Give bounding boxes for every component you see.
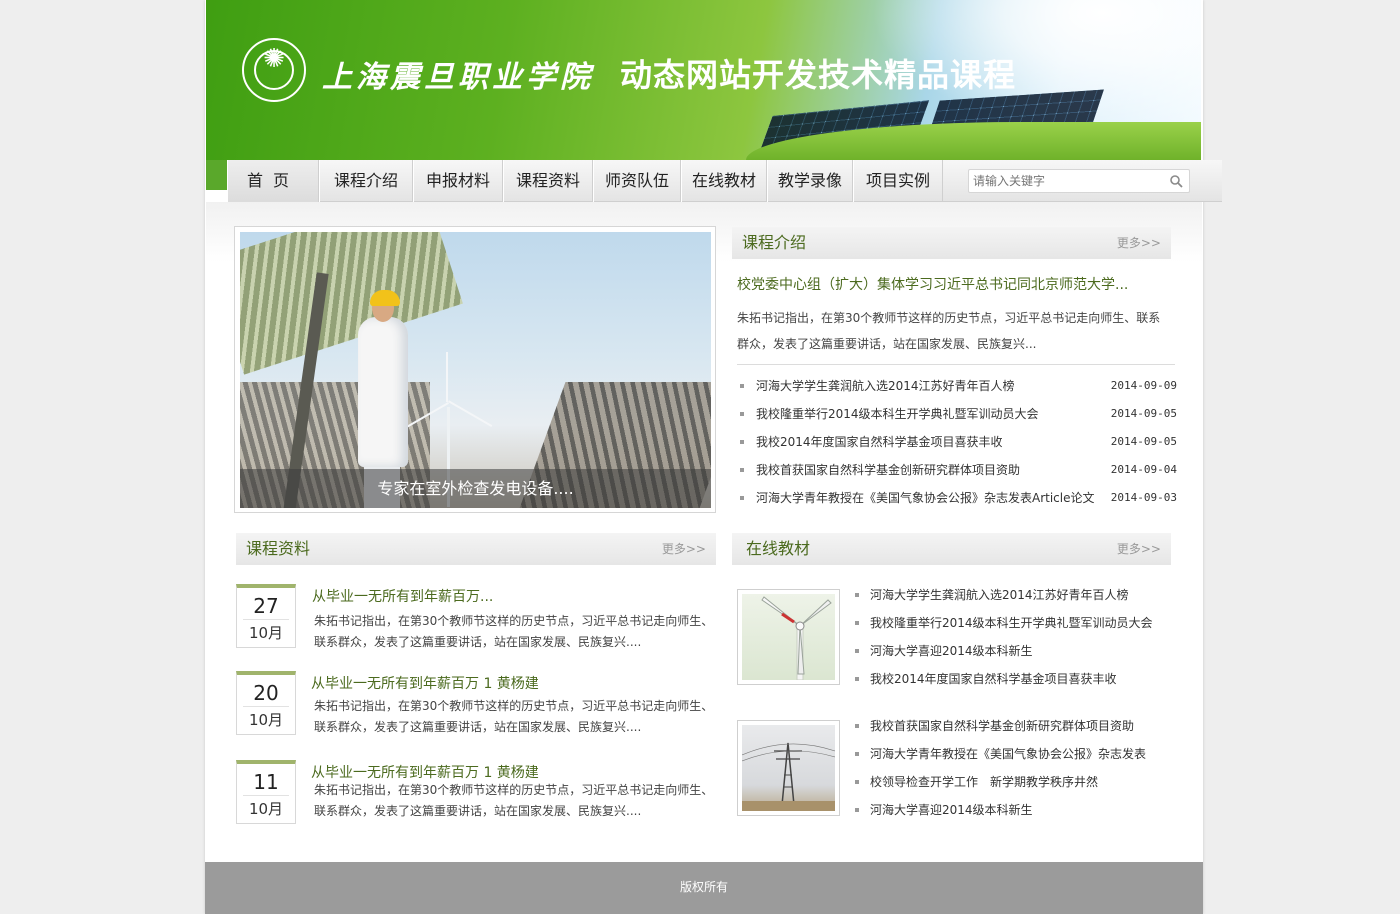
news-title[interactable]: 河海大学学生龚润航入选2014江苏好青年百人榜 [756, 379, 1015, 393]
nav-item-projects[interactable]: 项目实例 [853, 160, 943, 202]
list-item[interactable]: 河海大学喜迎2014级本科新生 [852, 796, 1182, 824]
copyright-text: 版权所有 [679, 880, 728, 894]
search-input[interactable] [973, 172, 1163, 190]
footer: 版权所有 [205, 862, 1203, 914]
main-nav: 首页 课程介绍 申报材料 课程资料 师资队伍 在线教材 教学录像 项目实例 [227, 160, 1222, 202]
list-item[interactable]: 河海大学青年教授在《美国气象协会公报》杂志发表 [852, 740, 1182, 768]
news-item[interactable]: 我校隆重举行2014级本科生开学典礼暨军训动员大会 2014-09-05 [737, 402, 1177, 430]
solar-structure [240, 232, 463, 375]
nav-item-online-textbook[interactable]: 在线教材 [681, 160, 767, 202]
slideshow[interactable]: 专家在室外检查发电设备.... [234, 226, 716, 513]
nav-item-video[interactable]: 教学录像 [767, 160, 853, 202]
engineer-figure [358, 317, 408, 467]
news-item[interactable]: 我校2014年度国家自然科学基金项目喜获丰收 2014-09-05 [737, 430, 1177, 458]
header-banner: ✺ 上海震旦职业学院 动态网站开发技术精品课程 [206, 0, 1201, 160]
intro-summary: 朱拓书记指出，在第30个教师节这样的历史节点，习近平总书记走向师生、联系群众，发… [737, 311, 1161, 351]
nav-item-course-intro[interactable]: 课程介绍 [319, 160, 413, 202]
date-day: 20 [243, 675, 289, 707]
nav-item-course-materials[interactable]: 课程资料 [503, 160, 593, 202]
school-name: 上海震旦职业学院 [322, 60, 594, 95]
search-box [968, 169, 1190, 193]
search-icon[interactable] [1169, 174, 1183, 188]
article-summary: 朱拓书记指出，在第30个教师节这样的历史节点，习近平总书记走向师生、联系群众，发… [314, 783, 714, 818]
slideshow-caption[interactable]: 专家在室外检查发电设备.... [240, 469, 711, 508]
school-logo: ✺ [242, 38, 306, 102]
textbook-thumbnail[interactable] [737, 720, 840, 816]
date-month: 10月 [248, 800, 284, 818]
section-title: 在线教材 [746, 539, 811, 558]
article-title[interactable]: 从毕业一无所有到年薪百万... [312, 586, 493, 606]
date-month: 10月 [248, 711, 284, 729]
article-summary: 朱拓书记指出，在第30个教师节这样的历史节点，习近平总书记走向师生、联系群众，发… [314, 614, 714, 649]
list-item[interactable]: 我校2014年度国家自然科学基金项目喜获丰收 [852, 665, 1182, 693]
more-link[interactable]: 更多>> [1117, 533, 1161, 565]
news-date: 2014-09-05 [1110, 435, 1177, 448]
news-date: 2014-09-09 [1110, 379, 1177, 392]
news-title[interactable]: 我校隆重举行2014级本科生开学典礼暨军训动员大会 [756, 407, 1039, 421]
nav-left-accent [206, 160, 227, 190]
article-title[interactable]: 从毕业一无所有到年薪百万 1 黄杨建 [311, 673, 539, 693]
news-item[interactable]: 河海大学青年教授在《美国气象协会公报》杂志发表Article论文 2014-09-… [737, 486, 1177, 514]
list-item[interactable]: 河海大学学生龚润航入选2014江苏好青年百人榜 [852, 581, 1182, 609]
list-item[interactable]: 我校隆重举行2014级本科生开学典礼暨军训动员大会 [852, 609, 1182, 637]
slideshow-photo [240, 232, 711, 508]
more-link[interactable]: 更多>> [662, 533, 706, 565]
intro-news-list: 河海大学学生龚润航入选2014江苏好青年百人榜 2014-09-09 我校隆重举行… [737, 374, 1177, 514]
date-badge: 20 10月 [236, 671, 296, 735]
textbook-list: 我校首获国家自然科学基金创新研究群体项目资助 河海大学青年教授在《美国气象协会公… [852, 712, 1182, 824]
material-article[interactable]: 11 10月 从毕业一无所有到年薪百万 1 黄杨建 朱拓书记指出，在第30个教师… [236, 760, 716, 830]
news-date: 2014-09-04 [1110, 463, 1177, 476]
turbine-blade [446, 352, 448, 402]
news-title[interactable]: 河海大学青年教授在《美国气象协会公报》杂志发表Article论文 [756, 491, 1095, 505]
textbooks-section-header: 在线教材 更多>> [732, 533, 1171, 565]
news-item[interactable]: 河海大学学生龚润航入选2014江苏好青年百人榜 2014-09-09 [737, 374, 1177, 402]
textbook-thumbnail[interactable] [737, 589, 840, 685]
nav-item-faculty[interactable]: 师资队伍 [593, 160, 681, 202]
intro-section-header: 课程介绍 更多>> [732, 227, 1171, 259]
nav-item-home[interactable]: 首页 [227, 160, 319, 202]
course-title: 动态网站开发技术精品课程 [620, 57, 1017, 93]
textbook-list: 河海大学学生龚润航入选2014江苏好青年百人榜 我校隆重举行2014级本科生开学… [852, 581, 1182, 693]
divider [737, 364, 1175, 365]
power-tower-icon [742, 742, 835, 811]
list-item[interactable]: 校领导检查开学工作 新学期教学秩序井然 [852, 768, 1182, 796]
hard-hat [370, 290, 400, 306]
news-title[interactable]: 我校首获国家自然科学基金创新研究群体项目资助 [756, 463, 1020, 477]
intro-headline[interactable]: 校党委中心组（扩大）集体学习习近平总书记同北京师范大学... [737, 274, 1177, 294]
section-title: 课程资料 [246, 539, 311, 558]
materials-section-header: 课程资料 更多>> [236, 533, 716, 565]
wind-turbine-icon [761, 596, 832, 680]
date-month: 10月 [248, 624, 284, 642]
sunflower-emblem-icon: ✺ [263, 44, 285, 74]
material-article[interactable]: 27 10月 从毕业一无所有到年薪百万... 朱拓书记指出，在第30个教师节这样… [236, 584, 716, 654]
section-title: 课程介绍 [742, 233, 807, 252]
news-title[interactable]: 我校2014年度国家自然科学基金项目喜获丰收 [756, 435, 1003, 449]
news-date: 2014-09-05 [1110, 407, 1177, 420]
wind-turbine-image [742, 594, 835, 680]
news-date: 2014-09-03 [1110, 491, 1177, 504]
date-badge: 27 10月 [236, 584, 296, 648]
list-item[interactable]: 我校首获国家自然科学基金创新研究群体项目资助 [852, 712, 1182, 740]
list-item[interactable]: 河海大学喜迎2014级本科新生 [852, 637, 1182, 665]
date-badge: 11 10月 [236, 760, 296, 824]
nav-item-application[interactable]: 申报材料 [413, 160, 503, 202]
power-tower-image [742, 725, 835, 811]
article-title[interactable]: 从毕业一无所有到年薪百万 1 黄杨建 [311, 762, 539, 782]
material-article[interactable]: 20 10月 从毕业一无所有到年薪百万 1 黄杨建 朱拓书记指出，在第30个教师… [236, 671, 716, 741]
more-link[interactable]: 更多>> [1117, 227, 1161, 259]
news-item[interactable]: 我校首获国家自然科学基金创新研究群体项目资助 2014-09-04 [737, 458, 1177, 486]
date-day: 27 [243, 588, 289, 620]
date-day: 11 [243, 764, 289, 796]
turbine-blade [448, 400, 493, 427]
article-summary: 朱拓书记指出，在第30个教师节这样的历史节点，习近平总书记走向师生、联系群众，发… [314, 699, 714, 734]
